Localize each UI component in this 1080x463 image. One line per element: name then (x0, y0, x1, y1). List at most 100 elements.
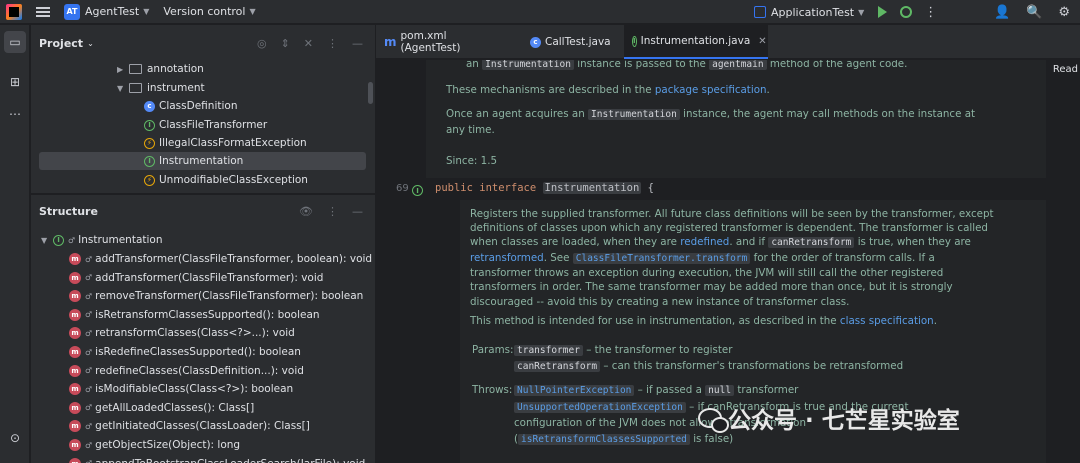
search-icon[interactable]: 🔍 (1026, 6, 1042, 19)
reader-mode-toggle[interactable]: Read (1053, 64, 1078, 75)
implementations-gutter-icon[interactable]: I (412, 185, 423, 196)
eye-icon[interactable]: 👁 (299, 205, 313, 218)
expand-all-icon[interactable]: ⇕ (281, 37, 290, 50)
chevron-down-icon[interactable]: ▼ (41, 236, 53, 245)
tool-window-strip: ▭ ⊞ ⋯ ⊙ (0, 25, 30, 463)
doc-line: These mechanisms are described in the pa… (446, 84, 770, 96)
structure-method-item[interactable]: m ♂ addTransformer(ClassFileTransformer): … (69, 269, 323, 287)
method-icon: m (69, 253, 81, 265)
main-menu-icon[interactable] (36, 6, 50, 17)
tree-item-classdefinition[interactable]: c ClassDefinition (31, 97, 367, 115)
tree-item-illegalclassformatexception[interactable]: ⚡ IllegalClassFormatException (31, 134, 367, 152)
chevron-down-icon[interactable]: ▼ (858, 8, 864, 17)
folder-icon (129, 64, 142, 74)
lock-icon: ♂ (85, 310, 93, 320)
package-spec-link[interactable]: package specification (655, 84, 767, 96)
options-icon[interactable]: ⋮ (327, 37, 338, 50)
method-icon: m (69, 327, 81, 340)
wechat-icon (698, 408, 729, 433)
tab-instrumentation[interactable]: I Instrumentation.java ✕ (624, 25, 768, 59)
structure-method-item[interactable]: m ♂ isRetransformClassesSupported(): boole… (69, 306, 320, 324)
tree-item-classfiletransformer[interactable]: I ClassFileTransformer (31, 116, 367, 134)
chevron-right-icon[interactable]: ▶ (117, 65, 129, 74)
watermark: 公众号 · 七芒星实验室 (698, 398, 1048, 438)
structure-tool-icon[interactable]: ⊞ (4, 71, 26, 93)
exception-icon: ⚡ (144, 137, 155, 149)
method-signature: isModifiableClass(Class<?>): boolean (95, 383, 294, 396)
structure-method-item[interactable]: m ♂appendToBootstrapClassLoaderSearch(Jar… (69, 455, 365, 463)
structure-method-item[interactable]: m ♂ getAllLoadedClasses(): Class[] (69, 399, 254, 417)
project-badge[interactable]: AT (64, 3, 80, 20)
structure-root[interactable]: ▼ I ♂ Instrumentation (41, 231, 163, 249)
tree-item-annotation[interactable]: ▶ annotation (31, 60, 367, 78)
method-signature: appendToBootstrapClassLoaderSearch(JarFi… (95, 458, 365, 463)
chevron-down-icon[interactable]: ▼ (143, 7, 149, 16)
project-tool-icon[interactable]: ▭ (4, 31, 26, 53)
exception-icon: ⚡ (144, 174, 155, 186)
transform-link[interactable]: ClassFileTransformer.transform (572, 253, 751, 264)
structure-method-item[interactable]: m ♂ addTransformer(ClassFileTransformer, b… (69, 250, 372, 268)
method-signature: getInitiatedClasses(ClassLoader): Class[… (95, 420, 310, 433)
lock-icon: ♂ (85, 291, 93, 301)
title-bar: AT AgentTest ▼ Version control ▼ Applica… (0, 0, 1080, 24)
tree-item-instrument[interactable]: ▼ instrument (31, 79, 367, 97)
redefined-link[interactable]: redefined (680, 236, 729, 248)
method-icon: m (69, 420, 81, 433)
gear-icon[interactable]: ⚙ (1058, 6, 1070, 19)
run-config-select[interactable]: ApplicationTest (771, 6, 854, 19)
method-signature: retransformClasses(Class<?>...): void (95, 327, 295, 340)
run-toolbar: ApplicationTest ▼ ⋮ (754, 0, 938, 24)
interface-icon: I (53, 234, 64, 246)
method-signature: getObjectSize(Object): long (95, 439, 241, 451)
close-icon[interactable]: ✕ (758, 36, 766, 47)
interface-icon: I (144, 119, 155, 131)
method-icon: m (69, 346, 81, 358)
method-signature: redefineClasses(ClassDefinition...): voi… (95, 364, 304, 377)
add-user-icon[interactable]: 👤 (994, 6, 1010, 19)
more-tools-icon[interactable]: ⋯ (4, 103, 26, 125)
method-icon: m (69, 271, 81, 284)
options-icon[interactable]: ⋮ (327, 205, 338, 218)
lock-icon: ♂ (85, 421, 93, 431)
ide-logo-icon (6, 3, 22, 20)
structure-method-item[interactable]: m ♂ getObjectSize(Object): long (69, 436, 240, 454)
project-name[interactable]: AgentTest (85, 5, 139, 18)
tab-calltest[interactable]: c CallTest.java (522, 25, 632, 59)
locate-icon[interactable]: ◎ (257, 37, 267, 50)
structure-method-item[interactable]: m ♂ retransformClasses(Class<?>...): void (69, 324, 295, 342)
method-signature: isRetransformClassesSupported(): boolean (95, 308, 320, 321)
tree-item-instrumentation[interactable]: I Instrumentation (39, 152, 366, 170)
class-spec-link[interactable]: class specification (840, 315, 934, 327)
run-config-icon (754, 6, 766, 18)
lock-icon: ♂ (85, 366, 93, 376)
structure-method-item[interactable]: m ♂ removeTransformer(ClassFileTransformer… (69, 287, 363, 305)
project-panel: Project ⌄ ◎ ⇕ ✕ ⋮ — ▶ annotation ▼ instr… (31, 25, 375, 193)
run-icon[interactable] (878, 6, 888, 18)
debug-icon[interactable] (900, 6, 913, 18)
project-panel-title[interactable]: Project (39, 37, 83, 50)
lock-icon: ♂ (85, 328, 93, 338)
hide-icon[interactable]: — (352, 205, 363, 218)
chevron-down-icon[interactable]: ⌄ (87, 39, 94, 48)
project-scrollbar[interactable] (368, 82, 373, 104)
structure-method-item[interactable]: m ♂ redefineClasses(ClassDefinition...): v… (69, 362, 304, 380)
lock-icon: ♂ (85, 384, 93, 394)
structure-method-item[interactable]: m ♂ getInitiatedClasses(ClassLoader): Clas… (69, 417, 310, 435)
version-control-menu[interactable]: Version control (163, 5, 245, 18)
services-icon[interactable]: ⊙ (4, 427, 26, 449)
method-icon: m (69, 290, 81, 303)
collapse-all-icon[interactable]: ✕ (304, 37, 313, 50)
hide-icon[interactable]: — (352, 37, 363, 50)
tree-item-unmodifiableclassexception[interactable]: ⚡ UnmodifiableClassException (31, 171, 367, 189)
structure-method-item[interactable]: m ♂ isRedefineClassesSupported(): boolean (69, 343, 301, 361)
retransformed-link[interactable]: retransformed (470, 252, 544, 264)
chevron-down-icon[interactable]: ▼ (249, 7, 255, 16)
more-actions-icon[interactable]: ⋮ (924, 5, 938, 20)
code-line: public interface Instrumentation { (435, 182, 654, 194)
tab-pom-xml[interactable]: m pom.xml (AgentTest) (376, 25, 514, 59)
lock-icon: ♂ (68, 235, 76, 245)
method-signature: isRedefineClassesSupported(): boolean (95, 346, 301, 358)
chevron-down-icon[interactable]: ▼ (117, 84, 129, 93)
structure-method-item[interactable]: m ♂ isModifiableClass(Class<?>): boolean (69, 380, 293, 398)
method-icon: m (69, 308, 81, 321)
